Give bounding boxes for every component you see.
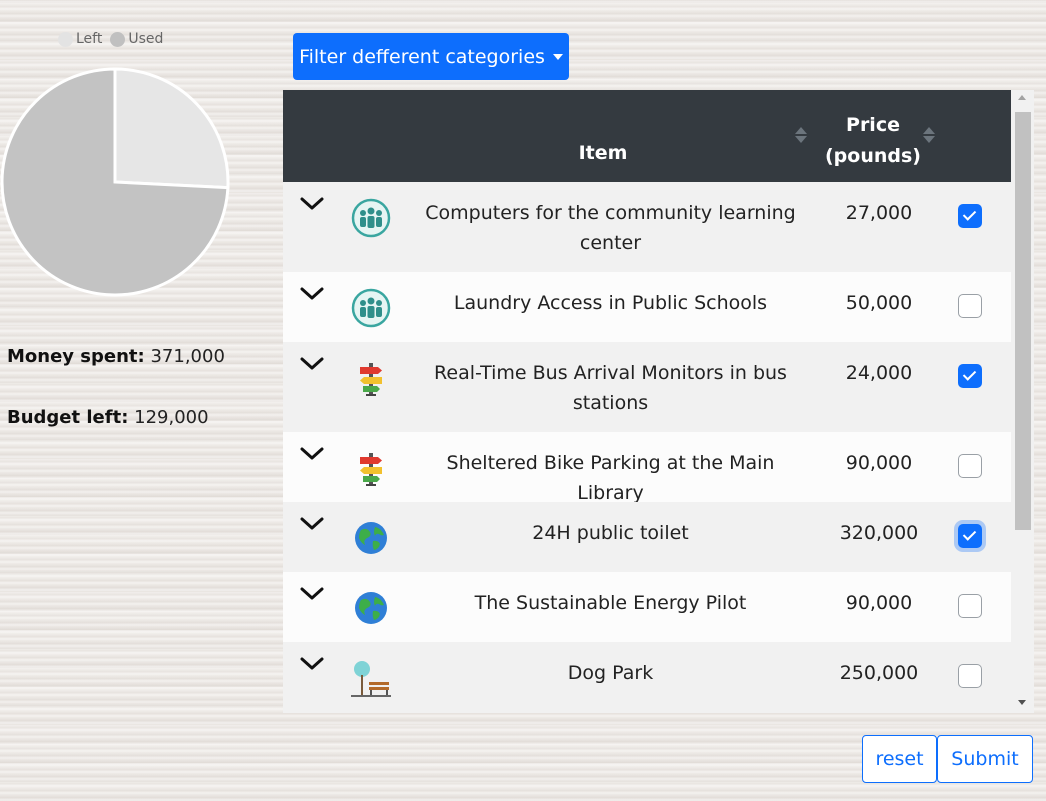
signpost-icon — [351, 358, 391, 398]
chevron-down-icon[interactable] — [299, 356, 325, 372]
legend-swatch-left — [58, 31, 73, 47]
table-row: 24H public toilet 320,000 — [283, 502, 1011, 572]
item-name: 24H public toilet — [532, 522, 689, 544]
item-name: Dog Park — [567, 662, 654, 684]
legend-swatch-used — [110, 31, 126, 47]
table-row: Dog Park 250,000 — [283, 642, 1011, 713]
scrollbar-thumb[interactable] — [1015, 112, 1031, 530]
caret-down-icon — [552, 53, 563, 60]
item-name: Sheltered Bike Parking at the Main Libra… — [446, 452, 775, 504]
legend-label-left: Left — [76, 31, 103, 47]
budget-pie-chart — [0, 67, 230, 297]
budget-left: Budget left: 129,000 — [7, 407, 209, 428]
money-spent-value: 371,000 — [150, 346, 225, 367]
legend-item-left[interactable]: Left — [58, 31, 102, 47]
table-row: Real-Time Bus Arrival Monitors in bus st… — [283, 342, 1011, 432]
budget-left-label: Budget left: — [7, 407, 129, 428]
money-spent-label: Money spent: — [7, 346, 145, 367]
table-header: Item Price (pounds) — [283, 90, 1011, 182]
projects-table: Item Price (pounds) Computers for the co… — [283, 90, 1034, 713]
item-price: 250,000 — [839, 662, 919, 684]
item-price: 90,000 — [845, 592, 913, 614]
submit-button[interactable]: Submit — [937, 735, 1033, 783]
globe-icon — [351, 518, 391, 558]
chevron-down-icon[interactable] — [299, 196, 325, 212]
item-price: 24,000 — [845, 362, 913, 384]
item-name: Laundry Access in Public Schools — [453, 292, 768, 314]
item-name: Real-Time Bus Arrival Monitors in bus st… — [434, 362, 787, 414]
select-checkbox[interactable] — [958, 664, 982, 688]
reset-button[interactable]: reset — [862, 735, 937, 783]
item-price: 50,000 — [845, 292, 913, 314]
chevron-down-icon[interactable] — [299, 446, 325, 462]
table-row: Laundry Access in Public Schools 50,000 — [283, 272, 1011, 342]
column-header-price[interactable]: Price (pounds) — [808, 110, 938, 172]
sort-icon[interactable] — [923, 127, 935, 143]
table-row: Computers for the community learning cen… — [283, 182, 1011, 272]
select-checkbox[interactable] — [958, 294, 982, 318]
community-icon — [351, 198, 391, 238]
globe-icon — [351, 588, 391, 628]
chevron-down-icon[interactable] — [299, 656, 325, 672]
scroll-down-icon[interactable] — [1018, 700, 1026, 705]
filter-categories-button[interactable]: Filter defferent categories — [293, 33, 569, 80]
money-spent: Money spent: 371,000 — [7, 346, 225, 367]
item-price: 90,000 — [845, 452, 913, 474]
legend-item-used[interactable]: Used — [110, 31, 163, 47]
chart-legend: Left Used — [58, 31, 167, 47]
select-checkbox[interactable] — [958, 364, 982, 388]
sort-icon[interactable] — [795, 127, 807, 143]
column-header-item[interactable]: Item — [543, 142, 663, 164]
select-checkbox[interactable] — [958, 594, 982, 618]
table-row: The Sustainable Energy Pilot 90,000 — [283, 572, 1011, 642]
select-checkbox[interactable] — [958, 204, 982, 228]
table-scrollbar[interactable] — [1011, 90, 1034, 713]
chevron-down-icon[interactable] — [299, 586, 325, 602]
chevron-down-icon[interactable] — [299, 286, 325, 302]
community-icon — [351, 288, 391, 328]
table-row: Sheltered Bike Parking at the Main Libra… — [283, 432, 1011, 504]
price-header-line2: (pounds) — [825, 145, 921, 167]
budget-left-value: 129,000 — [134, 407, 209, 428]
legend-label-used: Used — [128, 31, 164, 47]
signpost-icon — [351, 448, 391, 488]
chevron-down-icon[interactable] — [299, 516, 325, 532]
item-name: The Sustainable Energy Pilot — [474, 592, 747, 614]
filter-categories-label: Filter defferent categories — [299, 45, 545, 68]
price-header-line1: Price — [846, 114, 900, 136]
pie-slice-left[interactable] — [113, 67, 230, 190]
item-price: 27,000 — [845, 202, 913, 224]
select-checkbox[interactable] — [958, 454, 982, 478]
scroll-up-icon[interactable] — [1018, 95, 1026, 100]
select-checkbox[interactable] — [958, 524, 982, 548]
item-name: Computers for the community learning cen… — [425, 202, 796, 254]
item-price: 320,000 — [839, 522, 919, 544]
park-bench-icon — [351, 658, 391, 698]
